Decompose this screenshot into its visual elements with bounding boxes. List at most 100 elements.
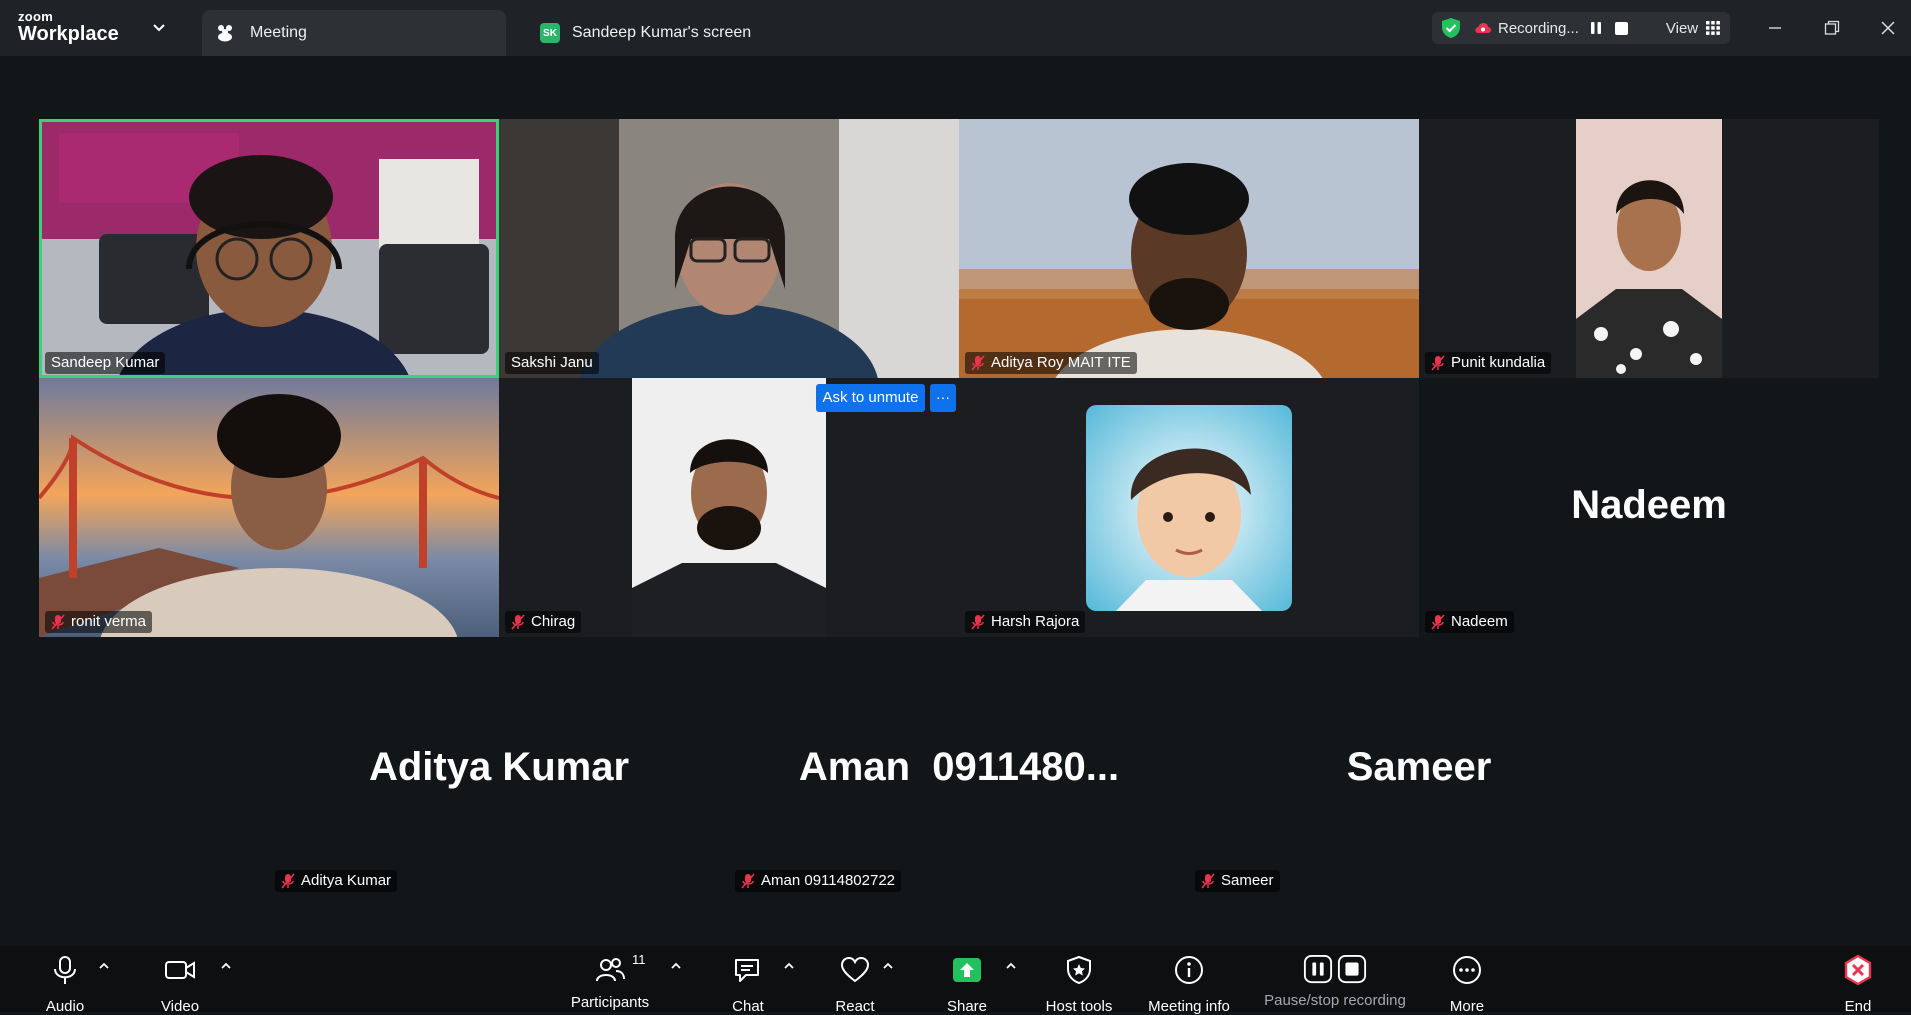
stop-icon[interactable] (1614, 21, 1628, 35)
chat-options-chevron-up-icon[interactable] (781, 958, 797, 974)
mic-muted-icon (1201, 873, 1215, 889)
video-feed (632, 378, 826, 637)
participant-name-label: Sameer (1195, 870, 1280, 892)
active-speaker-border (39, 119, 499, 378)
participant-name: Aditya Kumar (301, 872, 392, 889)
meeting-info-label: Meeting info (1148, 998, 1230, 1015)
participant-name-label: Aditya Roy MAIT ITE (965, 352, 1137, 374)
share-button[interactable]: Share (946, 954, 988, 1015)
tile-more-button[interactable]: ··· (930, 384, 956, 412)
share-arrow-icon (951, 954, 983, 990)
video-tile-harsh-rajora[interactable]: Harsh Rajora (959, 378, 1419, 637)
audio-label: Audio (45, 998, 85, 1015)
logo-line-1: zoom (18, 9, 54, 24)
tab-label: Sandeep Kumar's screen (572, 24, 752, 41)
mic-icon (49, 954, 81, 990)
participant-name-label: Sandeep Kumar (45, 352, 166, 374)
video-options-chevron-up-icon[interactable] (218, 958, 234, 974)
participant-name: Punit kundalia (1451, 354, 1546, 371)
react-options-chevron-up-icon[interactable] (880, 958, 896, 974)
host-tools-button[interactable]: Host tools (1043, 954, 1115, 1015)
video-tile-nadeem[interactable]: Nadeem Nadeem (1419, 378, 1879, 637)
minimize-icon[interactable] (1761, 14, 1789, 42)
video-tile-sandeep-kumar[interactable]: Sandeep Kumar (39, 119, 499, 378)
mic-muted-icon (281, 873, 295, 889)
video-tile-sameer[interactable]: Sameer Sameer (1189, 637, 1649, 896)
audio-button[interactable]: Audio (40, 954, 90, 1015)
react-button[interactable]: React (834, 954, 876, 1015)
video-button[interactable]: Video (157, 954, 203, 1015)
participants-options-chevron-up-icon[interactable] (668, 958, 684, 974)
participant-big-name: Nadeem (1571, 483, 1727, 527)
more-dots-icon (1451, 954, 1483, 990)
meeting-info-button[interactable]: Meeting info (1144, 954, 1234, 1015)
mic-muted-icon (51, 614, 65, 630)
pause-stop-recording-button[interactable]: Pause/stop recording (1260, 954, 1410, 1009)
mic-muted-icon (741, 873, 755, 889)
ask-to-unmute-button[interactable]: Ask to unmute (816, 384, 925, 412)
participant-name: Sakshi Janu (511, 354, 593, 371)
video-tile-chirag[interactable]: Chirag Ask to unmute ··· (499, 378, 959, 637)
participant-name: ronit verma (71, 613, 147, 630)
grid-icon[interactable] (1706, 21, 1721, 35)
recording-status-bar: Recording... View (1432, 12, 1730, 44)
pause-stop-recording-label: Pause/stop recording (1264, 992, 1406, 1009)
video-tile-ronit-verma[interactable]: ronit verma (39, 378, 499, 637)
host-tools-label: Host tools (1045, 998, 1113, 1015)
participant-name: Sandeep Kumar (51, 354, 160, 371)
react-label: React (835, 998, 875, 1015)
chat-icon (732, 954, 764, 990)
video-feed (499, 119, 959, 378)
mic-muted-icon (971, 355, 985, 371)
participant-name-label: Punit kundalia (1425, 352, 1552, 374)
meeting-toolbar: Audio Video 11 Participants Chat React S… (0, 946, 1911, 1015)
video-tile-sakshi-janu[interactable]: Sakshi Janu (499, 119, 959, 378)
close-window-icon[interactable] (1874, 14, 1902, 42)
tab-meeting[interactable]: Meeting (202, 10, 506, 56)
participant-name: Chirag (531, 613, 576, 630)
participant-name: Aditya Roy MAIT ITE (991, 354, 1131, 371)
video-tile-aman[interactable]: Aman 0911480... Aman 09114802722 (729, 637, 1189, 896)
video-feed (959, 119, 1419, 378)
mic-muted-icon (511, 614, 525, 630)
heart-icon (839, 954, 871, 990)
shield-check-icon[interactable] (1440, 17, 1462, 39)
chat-button[interactable]: Chat (728, 954, 768, 1015)
pause-icon[interactable] (1589, 21, 1603, 35)
close-x-icon (1842, 954, 1874, 990)
video-icon (164, 954, 196, 990)
more-button[interactable]: More (1448, 954, 1486, 1015)
participants-icon: 11 (594, 952, 646, 986)
share-label: Share (946, 998, 988, 1015)
participants-button[interactable]: 11 Participants (568, 952, 652, 1011)
mic-muted-icon (1431, 355, 1445, 371)
video-tile-punit-kundalia[interactable]: Punit kundalia (1419, 119, 1879, 378)
zoom-workplace-logo[interactable]: zoom Workplace (18, 10, 138, 46)
mic-muted-icon (971, 614, 985, 630)
video-feed (1576, 119, 1722, 378)
title-bar: zoom Workplace Meeting SK Sandeep Kumar'… (0, 0, 1911, 56)
logo-line-2: Workplace (18, 23, 119, 45)
view-label[interactable]: View (1666, 20, 1698, 37)
profile-avatar (1086, 405, 1292, 611)
more-label: More (1449, 998, 1485, 1015)
video-tile-aditya-kumar[interactable]: Aditya Kumar Aditya Kumar (269, 637, 729, 896)
video-feed (39, 378, 499, 637)
tab-shared-screen[interactable]: SK Sandeep Kumar's screen (530, 10, 790, 56)
restore-icon[interactable] (1818, 14, 1846, 42)
participant-name-label: Aditya Kumar (275, 870, 398, 892)
info-icon (1173, 954, 1205, 990)
end-meeting-button[interactable]: End (1843, 954, 1873, 1015)
video-label: Video (160, 998, 200, 1015)
participant-name: Harsh Rajora (991, 613, 1080, 630)
share-options-chevron-up-icon[interactable] (1003, 958, 1019, 974)
participant-name-label: Harsh Rajora (965, 611, 1086, 633)
tab-label: Meeting (250, 24, 307, 41)
participants-label: Participants (570, 994, 650, 1011)
audio-options-chevron-up-icon[interactable] (96, 958, 112, 974)
participant-big-name: Aman 0911480... (798, 745, 1120, 789)
video-tile-aditya-roy[interactable]: Aditya Roy MAIT ITE (959, 119, 1419, 378)
cloud-record-icon (1474, 19, 1492, 37)
chevron-down-icon[interactable] (150, 18, 168, 36)
end-label: End (1844, 998, 1872, 1015)
